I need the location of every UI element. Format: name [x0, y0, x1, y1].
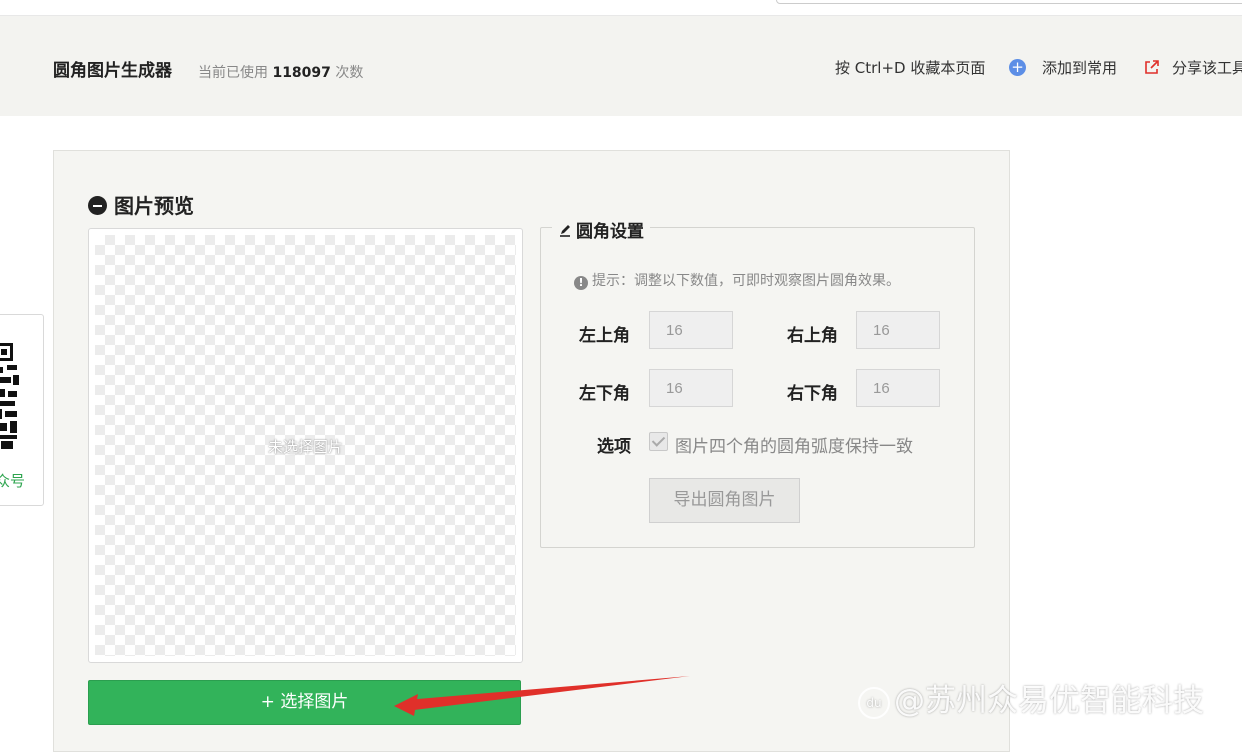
edit-icon: [560, 225, 570, 237]
top-left-radius-input[interactable]: 16: [649, 311, 733, 349]
minus-circle-icon: [88, 196, 107, 215]
plus-circle-icon[interactable]: +: [1009, 59, 1026, 76]
add-to-common-link[interactable]: 添加到常用: [1042, 57, 1117, 78]
no-image-placeholder: 未选择图片: [267, 438, 343, 456]
bottom-left-radius-input[interactable]: 16: [649, 369, 733, 407]
hint-text: 提示：调整以下数值，可即时观察图片圆角效果。: [592, 273, 900, 289]
qr-card: 众号: [0, 314, 44, 506]
export-button[interactable]: 导出圆角图片: [649, 478, 800, 523]
bottom-left-label: 左下角: [579, 384, 630, 404]
bottom-right-label: 右下角: [787, 384, 838, 404]
top-strip: [0, 0, 1242, 16]
share-icon[interactable]: [1144, 59, 1160, 75]
share-link[interactable]: 分享该工具: [1172, 57, 1242, 78]
corner-settings-legend: 圆角设置: [552, 217, 650, 242]
uniform-radius-checkbox[interactable]: [649, 432, 668, 451]
paw-logo-icon: du: [858, 687, 890, 719]
watermark: du @苏州众易优智能科技: [858, 675, 1204, 720]
usage-suffix: 次数: [335, 65, 364, 81]
top-right-label: 右上角: [787, 326, 838, 346]
bookmark-hint: 按 Ctrl+D 收藏本页面: [835, 59, 986, 77]
select-image-button[interactable]: + 选择图片: [88, 680, 521, 725]
settings-hint: ! 提示：调整以下数值，可即时观察图片圆角效果。: [574, 270, 900, 290]
image-preview: 未选择图片: [88, 228, 523, 663]
preview-section-title: 图片预览: [88, 190, 194, 219]
qr-label: 众号: [0, 472, 26, 490]
option-label: 选项: [597, 437, 631, 457]
page-title: 圆角图片生成器: [53, 61, 172, 81]
qr-code-icon: [0, 343, 19, 449]
top-right-radius-input[interactable]: 16: [856, 311, 940, 349]
top-left-label: 左上角: [579, 326, 630, 346]
bottom-right-radius-input[interactable]: 16: [856, 369, 940, 407]
usage-count: 118097: [272, 65, 331, 81]
search-box[interactable]: [776, 0, 1242, 4]
uniform-radius-checkbox-label[interactable]: 图片四个角的圆角弧度保持一致: [675, 432, 913, 457]
watermark-text: @苏州众易优智能科技: [894, 683, 1204, 719]
info-icon: !: [574, 276, 588, 290]
preview-title-text: 图片预览: [114, 194, 194, 218]
usage-prefix: 当前已使用: [198, 65, 268, 81]
legend-text: 圆角设置: [576, 222, 644, 242]
usage-counter: 当前已使用 118097 次数: [198, 62, 363, 82]
